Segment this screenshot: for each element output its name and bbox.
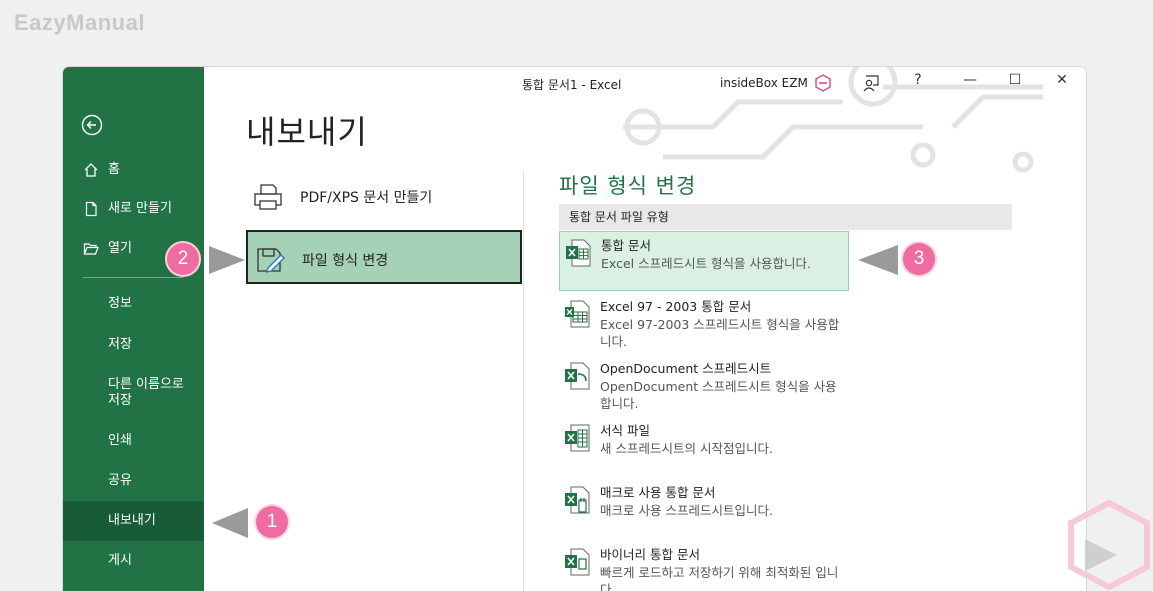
callout-badge-2: 2: [167, 243, 199, 275]
hexagon-icon[interactable]: [813, 73, 833, 93]
backstage-main: 통합 문서1 - Excel insideBox EZM ? — ☐ ✕ 내보내…: [204, 67, 1086, 591]
file-type-name: 서식 파일: [600, 423, 650, 438]
sidebar-item-label: 열기: [108, 241, 132, 256]
sidebar-item-label: 홈: [108, 162, 120, 177]
file-type-group-header: 통합 문서 파일 유형: [559, 204, 1012, 230]
file-type-desc: 새 스프레드시트의 시작점입니다.: [600, 441, 773, 456]
file-type-desc: Excel 97-2003 스프레드시트 형식을 사용합니다.: [600, 317, 840, 349]
back-arrow-icon[interactable]: [81, 114, 103, 136]
sidebar-item-home[interactable]: 홈: [63, 162, 204, 178]
file-type-desc: 빠르게 로드하고 저장하기 위해 최적화된 입니다.: [600, 565, 839, 591]
minimize-button[interactable]: —: [959, 72, 981, 94]
file-type-desc: 매크로 사용 스프레드시트입니다.: [600, 503, 773, 518]
folder-open-icon: [83, 243, 99, 255]
callout-arrow-2: [209, 246, 245, 274]
sidebar-item-info[interactable]: 정보: [63, 296, 204, 312]
feedback-icon[interactable]: [861, 73, 881, 93]
close-button[interactable]: ✕: [1051, 72, 1073, 94]
new-file-icon: [85, 201, 97, 217]
sidebar-item-label: 게시: [108, 553, 132, 568]
home-icon: [84, 163, 98, 177]
sidebar-item-label: 내보내기: [108, 513, 156, 528]
backstage-sidebar: 홈 새로 만들기 열기 정보 저장 다른 이름으로 저장 인쇄 공유 내보내기 …: [63, 67, 204, 591]
cube-logo-icon: [1068, 499, 1150, 591]
account-name[interactable]: insideBox EZM: [720, 76, 808, 90]
file-type-desc: Excel 스프레드시트 형식을 사용합니다.: [601, 256, 812, 271]
page-title: 내보내기: [246, 113, 368, 151]
macro-workbook-icon: [565, 486, 590, 514]
document-title: 통합 문서1 - Excel: [522, 78, 622, 92]
callout-badge-1: 1: [256, 506, 288, 538]
excel-workbook-icon: [566, 239, 591, 267]
sidebar-item-label: 다른 이름으로 저장: [108, 377, 184, 408]
file-type-name: OpenDocument 스프레드시트: [600, 361, 772, 376]
sidebar-item-share[interactable]: 공유: [63, 473, 204, 489]
export-option-pdf-xps[interactable]: PDF/XPS 문서 만들기: [246, 169, 522, 223]
sidebar-item-label: 인쇄: [108, 433, 132, 448]
title-bar: 통합 문서1 - Excel insideBox EZM ? — ☐ ✕: [204, 67, 1086, 99]
panel-divider: [523, 171, 524, 591]
sidebar-item-save-as[interactable]: 다른 이름으로 저장: [63, 377, 204, 411]
sidebar-item-label: 저장: [108, 337, 132, 352]
section-title: 파일 형식 변경: [559, 174, 697, 198]
excel-97-icon: [565, 300, 590, 328]
sidebar-item-label: 공유: [108, 473, 132, 488]
file-type-macro-workbook[interactable]: 매크로 사용 통합 문서 매크로 사용 스프레드시트입니다.: [559, 479, 849, 539]
printer-icon: [254, 184, 282, 210]
callout-badge-3: 3: [903, 243, 935, 275]
export-option-label: 파일 형식 변경: [302, 253, 389, 269]
file-type-workbook[interactable]: 통합 문서 Excel 스프레드시트 형식을 사용합니다.: [559, 231, 849, 291]
export-option-change-file-type[interactable]: 파일 형식 변경: [246, 230, 522, 284]
maximize-button[interactable]: ☐: [1004, 72, 1026, 94]
sidebar-item-label: 정보: [108, 296, 132, 311]
file-type-desc: OpenDocument 스프레드시트 형식을 사용합니다.: [600, 379, 837, 411]
sidebar-item-export[interactable]: 내보내기: [63, 501, 204, 541]
watermark: EazyManual: [14, 10, 145, 35]
opendocument-icon: [565, 362, 590, 390]
callout-arrow-1: [212, 508, 248, 538]
binary-workbook-icon: [565, 548, 590, 576]
file-type-name: 바이너리 통합 문서: [600, 547, 700, 562]
file-type-opendocument[interactable]: OpenDocument 스프레드시트 OpenDocument 스프레드시트 …: [559, 355, 849, 415]
sidebar-item-print[interactable]: 인쇄: [63, 433, 204, 449]
file-type-template[interactable]: 서식 파일 새 스프레드시트의 시작점입니다.: [559, 417, 849, 477]
file-type-binary-workbook[interactable]: 바이너리 통합 문서 빠르게 로드하고 저장하기 위해 최적화된 입니다.: [559, 541, 849, 591]
callout-arrow-3: [858, 245, 898, 275]
sidebar-item-publish[interactable]: 게시: [63, 553, 204, 569]
file-edit-icon: [257, 248, 285, 273]
file-type-name: Excel 97 - 2003 통합 문서: [600, 299, 752, 314]
help-button[interactable]: ?: [907, 72, 929, 94]
export-option-label: PDF/XPS 문서 만들기: [300, 190, 433, 206]
sidebar-item-save[interactable]: 저장: [63, 337, 204, 353]
excel-template-icon: [565, 424, 590, 452]
sidebar-item-new[interactable]: 새로 만들기: [63, 201, 204, 217]
file-type-excel-97-2003[interactable]: Excel 97 - 2003 통합 문서 Excel 97-2003 스프레드…: [559, 293, 849, 353]
file-type-name: 통합 문서: [601, 238, 651, 253]
sidebar-item-label: 새로 만들기: [108, 201, 172, 216]
sidebar-divider: [83, 277, 183, 278]
file-type-name: 매크로 사용 통합 문서: [600, 485, 716, 500]
